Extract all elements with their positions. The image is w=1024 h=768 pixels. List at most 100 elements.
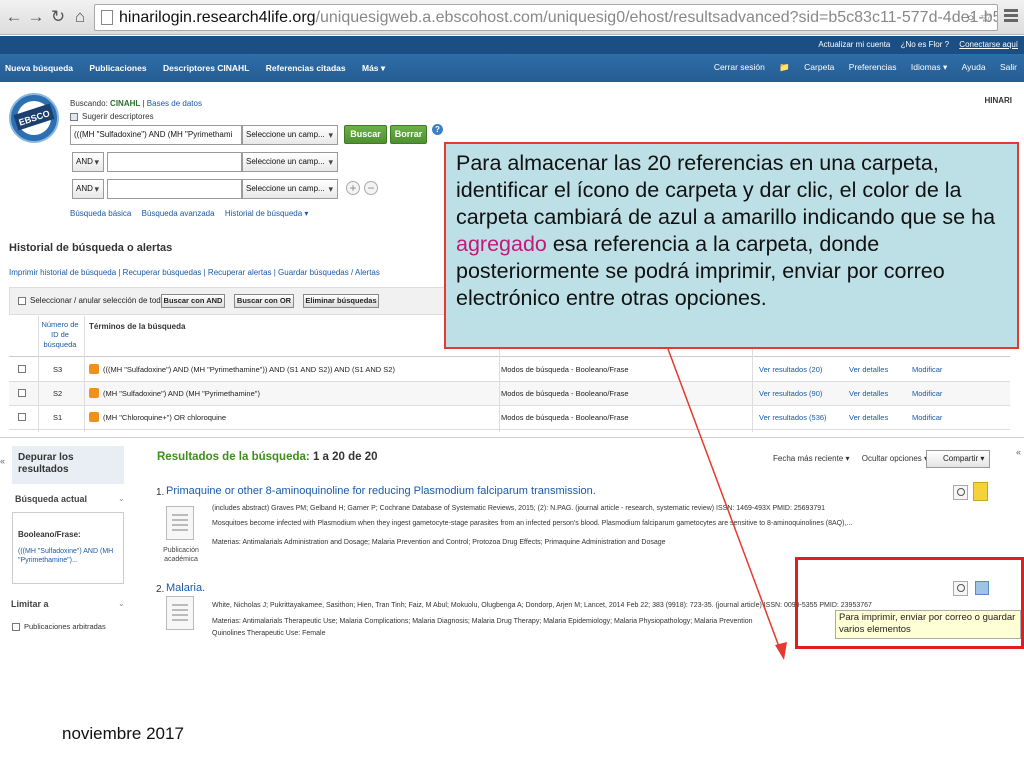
preview-magnifier-icon[interactable]: [953, 485, 968, 500]
chevron-down-icon[interactable]: ⌄: [118, 494, 125, 503]
folder-added-icon[interactable]: [973, 482, 988, 501]
database-name: CINAHL: [110, 99, 141, 108]
chevron-down-icon[interactable]: ⌄: [118, 599, 125, 608]
current-search-label[interactable]: Búsqueda actual: [15, 494, 87, 504]
sort-select[interactable]: Fecha más reciente ▾: [773, 454, 850, 463]
nav-new-search[interactable]: Nueva búsqueda: [5, 63, 73, 73]
select-all-checkbox[interactable]: [18, 296, 26, 305]
view-results-link[interactable]: Ver resultados (90): [759, 389, 822, 398]
help-icon[interactable]: ?: [432, 124, 443, 135]
databases-link[interactable]: Bases de datos: [147, 99, 202, 108]
history-row: S1 (MH "Chloroquine+") OR chloroquine Mo…: [9, 406, 1010, 430]
view-details-link[interactable]: Ver detalles: [849, 389, 888, 398]
search-button[interactable]: Buscar: [344, 125, 387, 144]
nav-logout[interactable]: Cerrar sesión: [714, 62, 765, 72]
nav-cinahl-descriptors[interactable]: Descriptores CINAHL: [163, 63, 249, 73]
search-mode: Modos de búsqueda - Booleano/Frase: [501, 389, 629, 398]
column-divider: [38, 316, 39, 432]
reload-icon[interactable]: ↻: [48, 6, 68, 28]
bookmark-star-icon[interactable]: ☆: [980, 5, 993, 30]
row-checkbox[interactable]: [18, 365, 26, 373]
result-abstract: Mosquitoes become infected with Plasmodi…: [212, 520, 853, 527]
boolean-value[interactable]: (((MH "Sulfadoxine") AND (MH "Pyrimetham…: [18, 547, 118, 565]
nav-folder[interactable]: 📁 Carpeta: [779, 62, 834, 72]
nav-cited-references[interactable]: Referencias citadas: [266, 63, 346, 73]
delete-searches-button[interactable]: Eliminar búsquedas: [303, 294, 379, 308]
address-bar[interactable]: hinarilogin.research4life.org/uniquesigw…: [94, 4, 998, 31]
rss-icon[interactable]: [89, 412, 99, 422]
field-select-1[interactable]: Seleccione un camp...: [242, 125, 338, 145]
view-results-link[interactable]: Ver resultados (20): [759, 365, 822, 374]
rss-icon[interactable]: [89, 388, 99, 398]
bool-select-2[interactable]: AND: [72, 152, 104, 172]
view-details-link[interactable]: Ver detalles: [849, 413, 888, 422]
edit-link[interactable]: Modificar: [912, 413, 942, 422]
result-title[interactable]: Primaquine or other 8-aminoquinoline for…: [166, 485, 596, 497]
nav-languages[interactable]: Idiomas ▾: [911, 62, 947, 72]
slide: ← → ↻ ⌂ hinarilogin.research4life.org/un…: [0, 0, 1024, 768]
result-citation: (includes abstract) Graves PM; Gelband H…: [212, 505, 826, 512]
browser-menu-icon[interactable]: [1004, 9, 1018, 24]
advanced-search-link[interactable]: Búsqueda avanzada: [142, 209, 215, 218]
search-and-button[interactable]: Buscar con AND: [161, 294, 225, 308]
search-or-button[interactable]: Buscar con OR: [234, 294, 294, 308]
field-select-2[interactable]: Seleccione un camp...: [242, 152, 338, 172]
row-checkbox[interactable]: [18, 413, 26, 421]
clear-button[interactable]: Borrar: [390, 125, 427, 144]
basic-search-link[interactable]: Búsqueda básica: [70, 209, 131, 218]
field-select-3[interactable]: Seleccione un camp...: [242, 179, 338, 199]
share-button[interactable]: Compartir ▾: [926, 450, 990, 468]
nav-publications[interactable]: Publicaciones: [89, 63, 146, 73]
search-input-3[interactable]: [107, 179, 242, 199]
suggest-descriptors[interactable]: Sugerir descriptores: [70, 112, 154, 121]
history-links[interactable]: Imprimir historial de búsqueda | Recuper…: [9, 268, 380, 277]
result-subjects: Materias: Antimalarials Therapeutic Use;…: [212, 618, 753, 625]
bool-select-3[interactable]: AND: [72, 179, 104, 199]
collapse-right-icon[interactable]: «: [1016, 447, 1021, 457]
nav-help[interactable]: Ayuda: [962, 62, 986, 72]
home-icon[interactable]: ⌂: [70, 6, 90, 28]
remove-row-icon[interactable]: −: [364, 181, 378, 195]
suggest-checkbox[interactable]: [70, 112, 78, 121]
peer-reviewed-label: Publicaciones arbitradas: [24, 622, 106, 631]
result-subjects: Materias: Antimalarials Administration a…: [212, 539, 666, 546]
account-bar: Actualizar mi cuenta ¿No es Flor ? Conec…: [0, 36, 1024, 54]
history-link[interactable]: Historial de búsqueda ▾: [225, 209, 309, 218]
peer-reviewed-filter[interactable]: Publicaciones arbitradas: [12, 622, 106, 632]
select-all[interactable]: Seleccionar / anular selección de todo: [18, 296, 165, 305]
result-number: 2.: [156, 584, 165, 595]
section-divider: [0, 437, 1024, 438]
row-checkbox[interactable]: [18, 389, 26, 397]
search-input-1[interactable]: (((MH "Sulfadoxine") AND (MH "Pyrimetham…: [70, 125, 242, 145]
current-search-box: Booleano/Frase: (((MH "Sulfadoxine") AND…: [12, 512, 124, 584]
limit-to-label[interactable]: Limitar a: [11, 599, 49, 609]
hide-options[interactable]: Ocultar opciones ▾: [862, 454, 928, 463]
search-input-2[interactable]: [107, 152, 242, 172]
back-arrow-icon[interactable]: ←: [4, 6, 24, 28]
zoom-icon[interactable]: ⌕: [967, 5, 975, 30]
search-id: S1: [53, 413, 63, 422]
nav-more[interactable]: Más ▾: [362, 63, 385, 73]
column-divider: [84, 316, 85, 432]
nav-preferences[interactable]: Preferencias: [849, 62, 897, 72]
results-options: Fecha más reciente ▾ Ocultar opciones ▾: [773, 454, 938, 463]
footer-date: noviembre 2017: [62, 724, 184, 743]
forward-arrow-icon[interactable]: →: [26, 6, 46, 28]
connect-link[interactable]: Conectarse aquí: [959, 40, 1018, 49]
edit-link[interactable]: Modificar: [912, 365, 942, 374]
rss-icon[interactable]: [89, 364, 99, 374]
update-account-link[interactable]: Actualizar mi cuenta: [818, 40, 890, 49]
peer-reviewed-checkbox[interactable]: [12, 623, 20, 632]
nav-exit[interactable]: Salir: [1000, 62, 1017, 72]
col-search-id[interactable]: Número de ID de búsqueda: [39, 320, 81, 350]
search-id: S3: [53, 365, 63, 374]
document-icon[interactable]: [166, 506, 194, 540]
view-details-link[interactable]: Ver detalles: [849, 365, 888, 374]
collapse-left-icon[interactable]: «: [0, 456, 5, 466]
view-results-link[interactable]: Ver resultados (536): [759, 413, 827, 422]
edit-link[interactable]: Modificar: [912, 389, 942, 398]
boolean-label: Booleano/Frase:: [18, 530, 81, 539]
add-row-icon[interactable]: +: [346, 181, 360, 195]
result-title[interactable]: Malaria.: [166, 582, 205, 594]
document-icon[interactable]: [166, 596, 194, 630]
